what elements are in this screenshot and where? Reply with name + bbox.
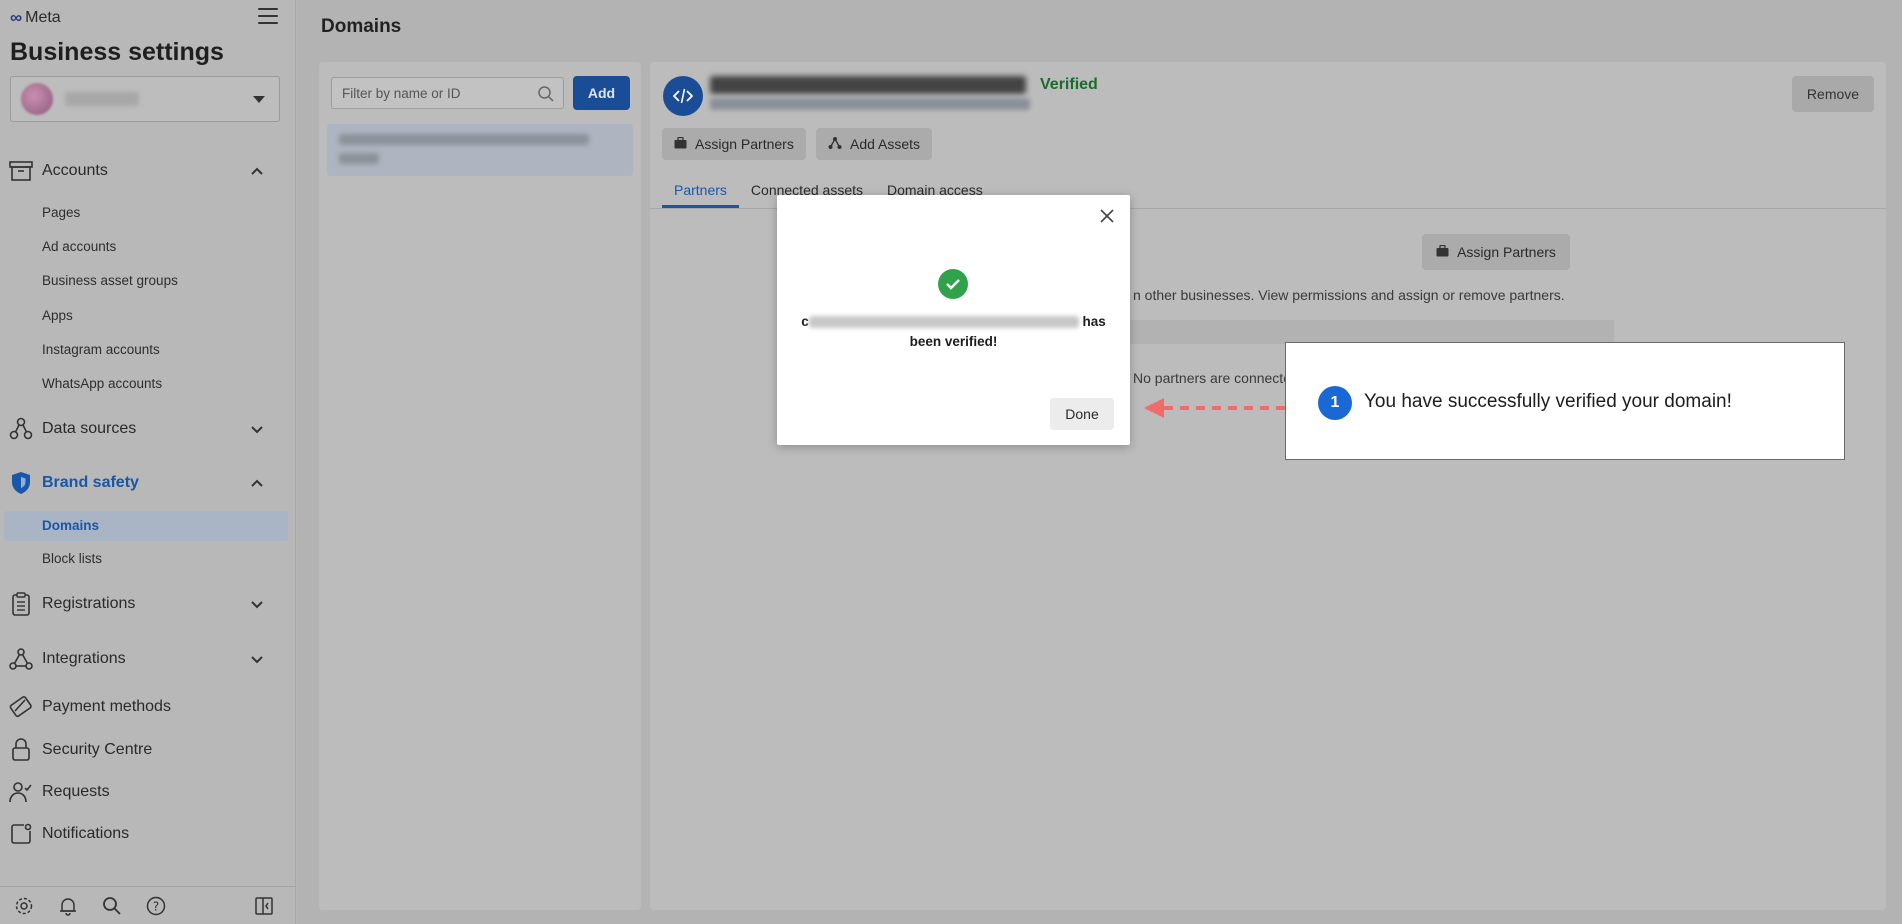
help-icon[interactable]: ? <box>144 894 168 918</box>
domains-title: Domains <box>321 16 402 37</box>
done-button[interactable]: Done <box>1050 398 1114 430</box>
briefcase-icon <box>1436 244 1449 260</box>
search-icon <box>537 85 555 106</box>
assign-partners-button[interactable]: Assign Partners <box>662 128 806 160</box>
sidebar-item-business-asset-groups[interactable]: Business asset groups <box>42 270 178 292</box>
chevron-down-icon <box>248 650 266 668</box>
sidebar-item-notifications[interactable]: Notifications <box>0 817 296 851</box>
data-sources-icon <box>8 416 34 442</box>
assets-icon <box>828 136 842 153</box>
sidebar-section-brand-safety[interactable]: Brand safety <box>0 466 296 500</box>
domain-list-item-name-redacted <box>339 134 589 145</box>
add-assets-label: Add Assets <box>850 136 921 152</box>
caret-down-icon <box>253 96 265 103</box>
sidebar-section-registrations[interactable]: Registrations <box>0 587 296 621</box>
sidebar-item-apps[interactable]: Apps <box>42 305 73 327</box>
shield-icon <box>8 470 34 496</box>
svg-text:?: ? <box>153 899 159 913</box>
assign-partners-label: Assign Partners <box>1457 244 1556 260</box>
tab-partners[interactable]: Partners <box>662 172 739 208</box>
brand-name: Meta <box>25 9 61 26</box>
meta-logo: ∞ Meta <box>10 8 61 28</box>
step-number-badge: 1 <box>1318 386 1352 420</box>
gear-icon[interactable] <box>12 894 36 918</box>
tutorial-callout: 1 You have successfully verified your do… <box>1285 342 1845 460</box>
menu-icon[interactable] <box>258 8 278 26</box>
assign-partners-label: Assign Partners <box>695 136 794 152</box>
domain-name-redacted <box>710 76 1026 94</box>
chevron-up-icon <box>248 162 266 180</box>
chevron-down-icon <box>248 595 266 613</box>
sidebar-item-whatsapp-accounts[interactable]: WhatsApp accounts <box>42 373 162 395</box>
archive-box-icon <box>8 158 34 184</box>
domain-owner-redacted <box>710 98 1030 110</box>
add-domain-button[interactable]: Add <box>573 76 630 110</box>
partners-table-header <box>1110 320 1614 344</box>
success-check-icon <box>938 269 968 299</box>
sidebar-item-label: Security Centre <box>42 741 153 758</box>
add-assets-button[interactable]: Add Assets <box>816 128 933 160</box>
message-line-2: been verified! <box>909 334 998 349</box>
verification-success-dialog: c has been verified! Done <box>777 195 1130 445</box>
sidebar-item-security-centre[interactable]: Security Centre <box>0 733 296 767</box>
domain-list-item-status-redacted <box>339 153 379 164</box>
collapse-sidebar-icon[interactable] <box>252 894 276 918</box>
message-tail: has <box>1078 314 1106 329</box>
sidebar-section-accounts[interactable]: Accounts <box>0 154 296 188</box>
code-icon <box>663 76 703 116</box>
sidebar-item-label: Requests <box>42 783 110 800</box>
close-icon[interactable] <box>1098 207 1116 225</box>
sidebar-item-pages[interactable]: Pages <box>42 202 80 224</box>
sidebar-section-label: Data sources <box>42 420 137 437</box>
business-avatar <box>21 83 53 115</box>
remove-button[interactable]: Remove <box>1792 76 1874 112</box>
domain-list-item[interactable] <box>327 124 633 176</box>
sidebar-item-requests[interactable]: Requests <box>0 775 296 809</box>
domain-list-panel: Filter by name or ID Add <box>319 62 641 910</box>
briefcase-icon <box>674 136 687 152</box>
bell-icon[interactable] <box>56 894 80 918</box>
verified-status: Verified <box>1040 76 1098 93</box>
verification-message: c has been verified! <box>797 312 1110 352</box>
sidebar-item-label: Notifications <box>42 825 130 842</box>
person-check-icon <box>8 779 34 805</box>
business-name-redacted <box>65 92 139 106</box>
sidebar: ∞ Meta Business settings Accounts Pages … <box>0 0 296 924</box>
lock-icon <box>8 737 34 763</box>
sidebar-section-data-sources[interactable]: Data sources <box>0 412 296 446</box>
sidebar-item-instagram-accounts[interactable]: Instagram accounts <box>42 339 160 361</box>
business-selector[interactable] <box>10 76 280 122</box>
sidebar-item-label: Payment methods <box>42 698 171 715</box>
sidebar-item-payment-methods[interactable]: Payment methods <box>0 690 296 724</box>
sidebar-item-domains[interactable]: Domains <box>4 511 288 541</box>
tutorial-arrow <box>1144 398 1285 418</box>
integrations-icon <box>8 646 34 672</box>
chevron-up-icon <box>248 474 266 492</box>
no-partners-message: No partners are connecte <box>1133 370 1291 386</box>
sidebar-section-label: Accounts <box>42 162 108 179</box>
filter-placeholder: Filter by name or ID <box>342 85 461 101</box>
notification-box-icon <box>8 821 34 847</box>
assign-partners-button-secondary[interactable]: Assign Partners <box>1422 234 1570 270</box>
domain-first-char: c <box>801 314 809 329</box>
meta-infinity-icon: ∞ <box>10 8 23 27</box>
sidebar-section-label: Integrations <box>42 650 126 667</box>
sidebar-section-label: Registrations <box>42 595 136 612</box>
sidebar-footer: ? <box>0 886 296 924</box>
filter-input[interactable]: Filter by name or ID <box>331 77 564 109</box>
chevron-down-icon <box>248 420 266 438</box>
domain-name-redacted <box>808 316 1079 329</box>
domain-detail-panel: Verified Remove Assign Partners Add Asse… <box>650 62 1886 910</box>
sidebar-section-integrations[interactable]: Integrations <box>0 642 296 676</box>
credit-card-icon <box>8 694 34 720</box>
partners-description: n other businesses. View permissions and… <box>1133 287 1565 303</box>
callout-text: You have successfully verified your doma… <box>1364 391 1732 412</box>
search-icon[interactable] <box>100 894 124 918</box>
main-content: Domains Filter by name or ID Add Verifie… <box>297 0 1902 924</box>
sidebar-item-block-lists[interactable]: Block lists <box>42 548 102 570</box>
sidebar-section-label: Brand safety <box>42 474 139 491</box>
page-title: Business settings <box>10 38 224 66</box>
clipboard-icon <box>8 591 34 617</box>
sidebar-item-ad-accounts[interactable]: Ad accounts <box>42 236 116 258</box>
